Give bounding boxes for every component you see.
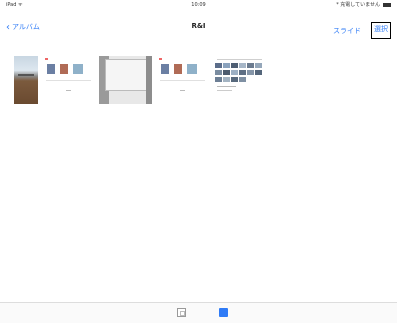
doc-line [66,90,71,91]
doc-image-block [174,64,182,74]
grid-cell [239,63,246,68]
select-button[interactable]: 選択 [371,22,391,39]
doc-line [217,59,262,60]
grid-cell [231,63,238,68]
grid-cell [231,70,238,75]
status-right: * 充電していません [336,0,391,10]
grid-cell [215,70,222,75]
doc-line [46,80,91,81]
grid-cell [239,77,246,82]
doc-image-block [47,64,55,74]
screenshot-thumbnail[interactable] [213,56,266,104]
doc-line [160,80,205,81]
doc-marker [45,58,48,60]
grid-cell [247,70,254,75]
navigation-bar: ‹ アルバム R&I スライド 選択 [0,18,397,39]
doc-image-block [60,64,68,74]
nav-actions: スライド 選択 [333,22,391,39]
grid-cell [247,63,254,68]
doc-image-block [187,64,197,74]
grid-cell [223,70,230,75]
grid-cell [231,77,238,82]
photo-detail [18,74,34,76]
charging-status: * 充電していません [336,2,380,8]
screenshot-thumbnail[interactable] [156,56,209,104]
battery-icon [383,3,391,7]
bottom-toolbar [0,302,397,323]
grid-cell [239,70,246,75]
doc-panel [105,59,147,91]
photos-view-icon[interactable] [219,308,228,317]
doc-image-block [73,64,83,74]
grid-cell [223,63,230,68]
grid-view-icon[interactable] [177,308,186,317]
grid-cell [215,77,222,82]
doc-marker [159,58,162,60]
slideshow-button[interactable]: スライド [333,26,361,36]
doc-shade [146,56,152,104]
grid-cell [255,70,262,75]
screenshot-thumbnail[interactable] [42,56,95,104]
grid-cell [255,63,262,68]
doc-image-block [161,64,169,74]
doc-line [217,86,236,87]
grid-cell [215,63,222,68]
screenshot-thumbnail[interactable] [99,56,152,104]
grid-cell [223,77,230,82]
doc-line [180,90,185,91]
status-bar: iPad ᯤ 10:09 * 充電していません [0,0,397,10]
doc-line [217,90,232,91]
photo-grid [14,56,266,104]
photo-thumbnail[interactable] [14,56,38,104]
